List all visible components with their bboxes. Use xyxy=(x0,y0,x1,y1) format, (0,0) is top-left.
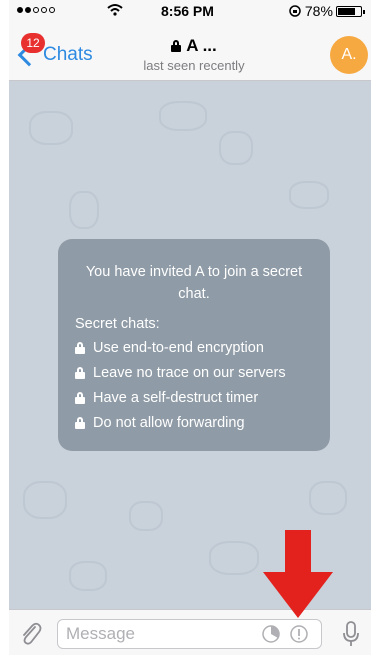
status-time: 8:56 PM xyxy=(161,3,214,19)
chat-title: A ... xyxy=(109,36,279,56)
lock-icon xyxy=(75,342,85,354)
rotation-lock-icon xyxy=(289,5,301,17)
lock-icon xyxy=(75,367,85,379)
red-arrow-icon xyxy=(263,530,333,618)
feature-item: Have a self-destruct timer xyxy=(75,390,258,406)
avatar[interactable]: A. xyxy=(330,36,368,74)
unread-badge: 12 xyxy=(21,33,45,53)
paperclip-icon[interactable] xyxy=(18,620,42,646)
feature-label: Have a self-destruct timer xyxy=(93,390,259,406)
battery-percentage: 78% xyxy=(289,3,333,19)
invite-message: You have invited A to join a secret chat… xyxy=(85,264,303,302)
lock-icon xyxy=(75,392,85,404)
feature-item: Use end-to-end encryption xyxy=(75,340,264,356)
background-pattern xyxy=(69,191,99,229)
status-bar: 8:56 PM 78% xyxy=(9,0,371,22)
timer-icon[interactable] xyxy=(261,624,281,644)
feature-label: Do not allow forwarding xyxy=(93,415,245,431)
navigation-bar: Chats 12 A ... last seen recently A. xyxy=(9,22,371,81)
background-pattern xyxy=(69,561,107,591)
feature-label: Use end-to-end encryption xyxy=(93,340,264,356)
chat-title-area[interactable]: A ... last seen recently xyxy=(109,36,279,73)
background-pattern xyxy=(309,481,347,515)
feature-item: Do not allow forwarding xyxy=(75,415,245,431)
secret-chats-heading: Secret chats: xyxy=(75,316,160,332)
chat-status: last seen recently xyxy=(143,58,245,73)
wifi-icon xyxy=(107,4,123,16)
info-icon[interactable] xyxy=(289,624,309,644)
microphone-icon[interactable] xyxy=(341,620,361,648)
signal-strength-icon xyxy=(17,7,55,13)
feature-label: Leave no trace on our servers xyxy=(93,365,286,381)
battery-icon xyxy=(336,6,365,17)
chat-name: A ... xyxy=(186,36,217,55)
back-label: Chats xyxy=(43,44,93,65)
background-pattern xyxy=(129,501,163,531)
lock-icon xyxy=(171,40,182,52)
lock-icon xyxy=(75,417,85,429)
background-pattern xyxy=(23,481,67,519)
background-pattern xyxy=(219,131,253,165)
background-pattern xyxy=(159,101,207,131)
secret-chat-info-bubble: You have invited A to join a secret chat… xyxy=(58,239,330,451)
background-pattern xyxy=(209,541,259,575)
message-input[interactable]: Message xyxy=(57,619,322,649)
background-pattern xyxy=(29,111,73,145)
background-pattern xyxy=(289,181,329,209)
feature-item: Leave no trace on our servers xyxy=(75,365,286,381)
phone-screen: 8:56 PM 78% Chats 12 A ... last seen rec… xyxy=(9,0,371,655)
